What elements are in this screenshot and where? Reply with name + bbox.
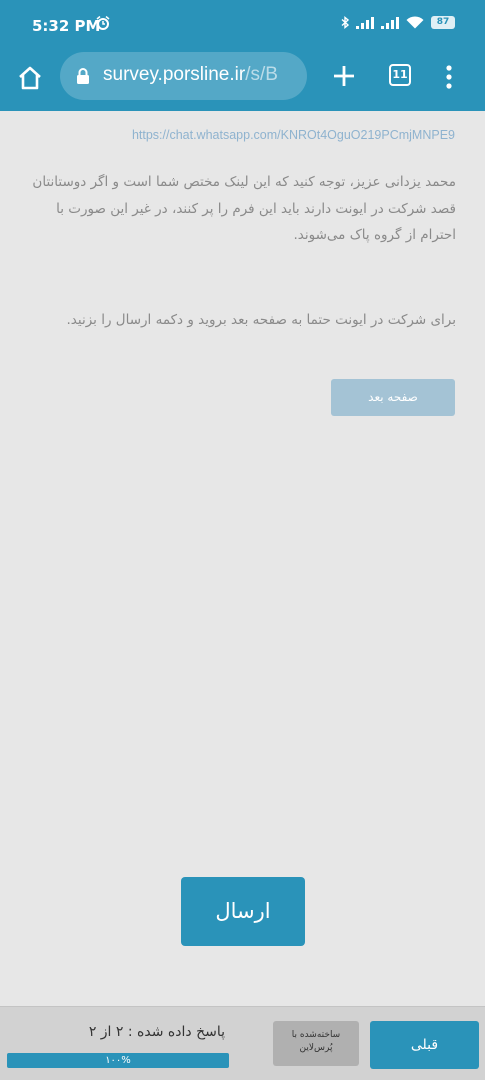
survey-footer: پاسخ داده شده : ۲ از ۲ ۱۰۰% ساخته‌شده با… — [0, 1006, 485, 1080]
next-page-button[interactable]: صفحه بعد — [331, 379, 455, 416]
url-path: /s/B — [245, 64, 278, 85]
survey-page: https://chat.whatsapp.com/KNROt4OguO219P… — [0, 111, 485, 1006]
alarm-icon — [96, 16, 110, 30]
whatsapp-group-link[interactable]: https://chat.whatsapp.com/KNROt4OguO219P… — [30, 128, 455, 142]
progress-text: پاسخ داده شده : ۲ از ۲ — [88, 1024, 225, 1040]
submit-button[interactable]: ارسال — [181, 877, 305, 946]
status-icons: 87 — [341, 16, 455, 29]
status-time: 5:32 PM — [32, 17, 101, 35]
signal-icon — [356, 16, 374, 29]
progress-label: ۱۰۰% — [105, 1055, 131, 1066]
menu-icon[interactable] — [444, 64, 454, 90]
instruction-paragraph: برای شرکت در ایونت حتما به صفحه بعد بروی… — [66, 312, 456, 328]
home-icon[interactable] — [16, 64, 44, 92]
url-host: survey.porsline.ir — [103, 64, 246, 85]
notice-paragraph: محمد یزدانی عزیز، توجه کنید که این لینک … — [32, 174, 456, 243]
url-text: survey.porsline.ir/s/B — [103, 64, 278, 86]
progress-bar: ۱۰۰% — [7, 1053, 229, 1068]
browser-toolbar: survey.porsline.ir/s/B 11 — [0, 52, 485, 111]
signal-icon — [381, 16, 399, 29]
porsline-badge[interactable]: ساخته‌شده با پُرس‌لاین — [273, 1021, 359, 1066]
bluetooth-icon — [341, 16, 349, 29]
address-bar[interactable]: survey.porsline.ir/s/B — [60, 52, 307, 100]
brand-line-1: ساخته‌شده با — [291, 1030, 341, 1040]
lock-icon — [77, 68, 89, 84]
brand-line-2: پُرس‌لاین — [299, 1043, 333, 1053]
battery-icon: 87 — [431, 16, 455, 29]
previous-button[interactable]: قبلی — [370, 1021, 479, 1069]
tabs-icon[interactable]: 11 — [389, 64, 411, 86]
wifi-icon — [406, 16, 424, 29]
status-bar: 5:32 PM 87 — [0, 0, 485, 52]
plus-icon[interactable] — [331, 63, 357, 89]
